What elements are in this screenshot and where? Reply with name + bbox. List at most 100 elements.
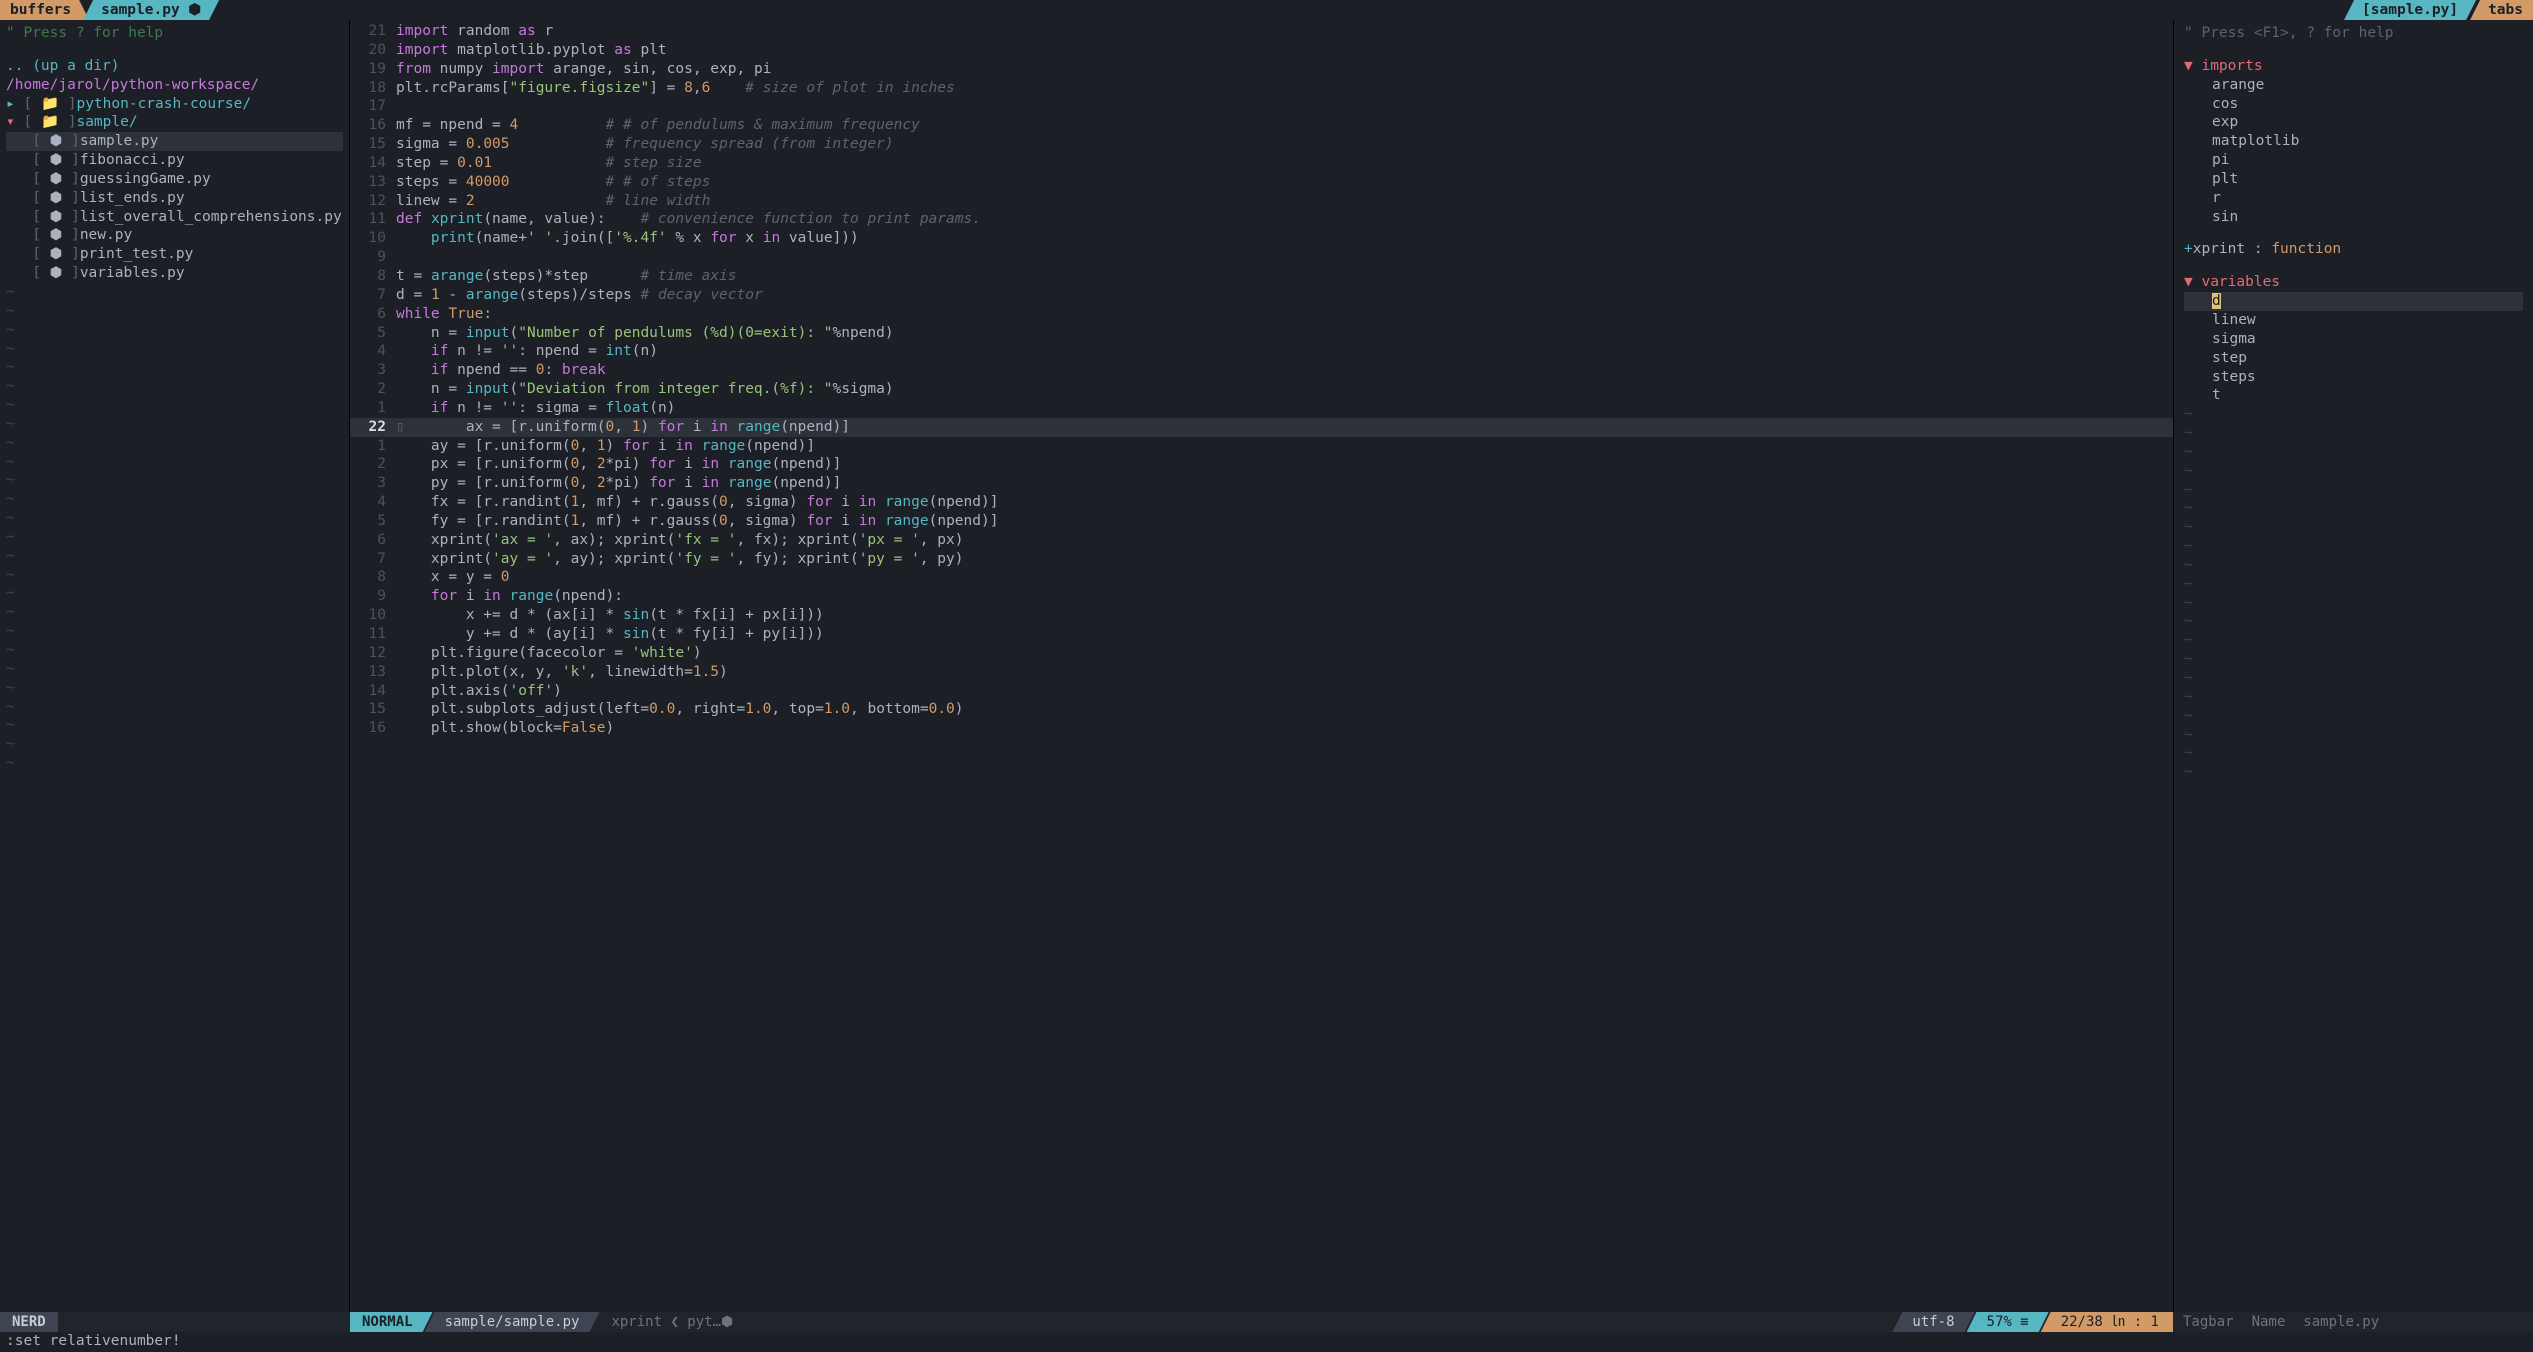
- line-number: 6: [350, 531, 396, 550]
- empty-line-marker: ~: [6, 434, 343, 453]
- empty-line-marker: ~: [2184, 650, 2523, 669]
- empty-line-marker: ~: [2184, 744, 2523, 763]
- tabs-label[interactable]: tabs: [2470, 0, 2533, 20]
- code-line[interactable]: 13steps = 40000 # # of steps: [350, 173, 2173, 192]
- tagbar-item[interactable]: linew: [2184, 311, 2523, 330]
- code-line[interactable]: 15 plt.subplots_adjust(left=0.0, right=1…: [350, 700, 2173, 719]
- command-line[interactable]: :set relativenumber!: [0, 1332, 2533, 1352]
- code-line[interactable]: 17: [350, 97, 2173, 116]
- active-buffer-tab[interactable]: sample.py ⬢: [83, 0, 219, 20]
- code-content: while True:: [396, 305, 492, 324]
- status-mode: NORMAL: [350, 1312, 433, 1332]
- code-line[interactable]: 5 fy = [r.randint(1, mf) + r.gauss(0, si…: [350, 512, 2173, 531]
- tree-dir[interactable]: ▾ [ 📁 ]sample/: [6, 113, 343, 132]
- code-line[interactable]: 12 plt.figure(facecolor = 'white'): [350, 644, 2173, 663]
- tagbar-pane[interactable]: " Press <F1>, ? for help ▼ importsarange…: [2173, 20, 2533, 1312]
- nerdtree-updir[interactable]: .. (up a dir): [6, 57, 343, 76]
- tagbar-item[interactable]: cos: [2184, 95, 2523, 114]
- tagbar-item[interactable]: d: [2184, 292, 2523, 311]
- tree-dir[interactable]: ▸ [ 📁 ]python-crash-course/: [6, 95, 343, 114]
- code-line[interactable]: 20import matplotlib.pyplot as plt: [350, 41, 2173, 60]
- tagbar-item[interactable]: matplotlib: [2184, 132, 2523, 151]
- status-position: 22/38 ㏑ : 1: [2041, 1312, 2173, 1332]
- code-line[interactable]: 11 y += d * (ay[i] * sin(t * fy[i] + py[…: [350, 625, 2173, 644]
- code-line[interactable]: 6while True:: [350, 305, 2173, 324]
- line-number: 4: [350, 342, 396, 361]
- code-line[interactable]: 9 for i in range(npend):: [350, 587, 2173, 606]
- tagbar-item[interactable]: r: [2184, 189, 2523, 208]
- tree-file[interactable]: [ ⬢ ]sample.py: [6, 132, 343, 151]
- code-content: print(name+' '.join(['%.4f' % x for x in…: [396, 229, 859, 248]
- code-line[interactable]: 11def xprint(name, value): # convenience…: [350, 210, 2173, 229]
- empty-line-marker: ~: [2184, 537, 2523, 556]
- buffers-tab[interactable]: buffers: [0, 0, 89, 20]
- code-line[interactable]: 18plt.rcParams["figure.figsize"] = 8,6 #…: [350, 79, 2173, 98]
- tagbar-item[interactable]: sin: [2184, 208, 2523, 227]
- code-line[interactable]: 14step = 0.01 # step size: [350, 154, 2173, 173]
- line-number: 1: [350, 437, 396, 456]
- tagbar-item[interactable]: steps: [2184, 368, 2523, 387]
- line-number: 5: [350, 324, 396, 343]
- code-line[interactable]: 8 x = y = 0: [350, 568, 2173, 587]
- tagbar-item[interactable]: arange: [2184, 76, 2523, 95]
- nerdtree-pane[interactable]: " Press ? for help .. (up a dir) /home/j…: [0, 20, 350, 1312]
- code-content: steps = 40000 # # of steps: [396, 173, 710, 192]
- line-number: 13: [350, 173, 396, 192]
- code-line[interactable]: 3 if npend == 0: break: [350, 361, 2173, 380]
- tagbar-item[interactable]: pi: [2184, 151, 2523, 170]
- code-line[interactable]: 15sigma = 0.005 # frequency spread (from…: [350, 135, 2173, 154]
- code-content: fx = [r.randint(1, mf) + r.gauss(0, sigm…: [396, 493, 998, 512]
- code-line[interactable]: 4 fx = [r.randint(1, mf) + r.gauss(0, si…: [350, 493, 2173, 512]
- nerdtree-root[interactable]: /home/jarol/python-workspace/: [6, 76, 343, 95]
- tree-file[interactable]: [ ⬢ ]new.py: [6, 226, 343, 245]
- code-line[interactable]: 2 px = [r.uniform(0, 2*pi) for i in rang…: [350, 455, 2173, 474]
- tagbar-item[interactable]: plt: [2184, 170, 2523, 189]
- code-content: sigma = 0.005 # frequency spread (from i…: [396, 135, 894, 154]
- tagbar-item[interactable]: exp: [2184, 113, 2523, 132]
- code-line[interactable]: 9: [350, 248, 2173, 267]
- tagbar-item[interactable]: step: [2184, 349, 2523, 368]
- code-line[interactable]: 19from numpy import arange, sin, cos, ex…: [350, 60, 2173, 79]
- code-content: x += d * (ax[i] * sin(t * fx[i] + px[i])…: [396, 606, 824, 625]
- code-line[interactable]: 22▯ ax = [r.uniform(0, 1) for i in range…: [350, 418, 2173, 437]
- code-line[interactable]: 5 n = input("Number of pendulums (%d)(0=…: [350, 324, 2173, 343]
- tagbar-status-a: Tagbar: [2183, 1313, 2234, 1331]
- tree-file[interactable]: [ ⬢ ]list_overall_comprehensions.py: [6, 208, 343, 227]
- code-line[interactable]: 21import random as r: [350, 22, 2173, 41]
- tree-file[interactable]: [ ⬢ ]guessingGame.py: [6, 170, 343, 189]
- code-line[interactable]: 1 ay = [r.uniform(0, 1) for i in range(n…: [350, 437, 2173, 456]
- code-line[interactable]: 12linew = 2 # line width: [350, 192, 2173, 211]
- tagbar-section-header[interactable]: ▼ imports: [2184, 57, 2523, 76]
- code-content: n = input("Number of pendulums (%d)(0=ex…: [396, 324, 894, 343]
- code-area[interactable]: 21import random as r20import matplotlib.…: [350, 20, 2173, 1312]
- code-line[interactable]: 10 print(name+' '.join(['%.4f' % x for x…: [350, 229, 2173, 248]
- code-content: def xprint(name, value): # convenience f…: [396, 210, 981, 229]
- code-line[interactable]: 3 py = [r.uniform(0, 2*pi) for i in rang…: [350, 474, 2173, 493]
- code-line[interactable]: 7d = 1 - arange(steps)/steps # decay vec…: [350, 286, 2173, 305]
- tagbar-function[interactable]: +xprint : function: [2184, 240, 2523, 259]
- code-line[interactable]: 10 x += d * (ax[i] * sin(t * fx[i] + px[…: [350, 606, 2173, 625]
- tree-file[interactable]: [ ⬢ ]variables.py: [6, 264, 343, 283]
- code-line[interactable]: 4 if n != '': npend = int(n): [350, 342, 2173, 361]
- code-line[interactable]: 14 plt.axis('off'): [350, 682, 2173, 701]
- empty-line-marker: ~: [6, 679, 343, 698]
- right-buffer-chip[interactable]: [sample.py]: [2344, 0, 2476, 20]
- code-line[interactable]: 7 xprint('ay = ', ay); xprint('fy = ', f…: [350, 550, 2173, 569]
- code-line[interactable]: 16 plt.show(block=False): [350, 719, 2173, 738]
- tree-file[interactable]: [ ⬢ ]fibonacci.py: [6, 151, 343, 170]
- code-content: py = [r.uniform(0, 2*pi) for i in range(…: [396, 474, 841, 493]
- editor-pane[interactable]: 21import random as r20import matplotlib.…: [350, 20, 2173, 1312]
- code-line[interactable]: 6 xprint('ax = ', ax); xprint('fx = ', f…: [350, 531, 2173, 550]
- tagbar-item[interactable]: sigma: [2184, 330, 2523, 349]
- tree-file[interactable]: [ ⬢ ]print_test.py: [6, 245, 343, 264]
- code-line[interactable]: 1 if n != '': sigma = float(n): [350, 399, 2173, 418]
- tagbar-section-header[interactable]: ▼ variables: [2184, 273, 2523, 292]
- code-line[interactable]: 2 n = input("Deviation from integer freq…: [350, 380, 2173, 399]
- tagbar-item[interactable]: t: [2184, 386, 2523, 405]
- code-line[interactable]: 16mf = npend = 4 # # of pendulums & maxi…: [350, 116, 2173, 135]
- empty-line-marker: ~: [2184, 556, 2523, 575]
- code-line[interactable]: 8t = arange(steps)*step # time axis: [350, 267, 2173, 286]
- line-number: 21: [350, 22, 396, 41]
- tree-file[interactable]: [ ⬢ ]list_ends.py: [6, 189, 343, 208]
- code-line[interactable]: 13 plt.plot(x, y, 'k', linewidth=1.5): [350, 663, 2173, 682]
